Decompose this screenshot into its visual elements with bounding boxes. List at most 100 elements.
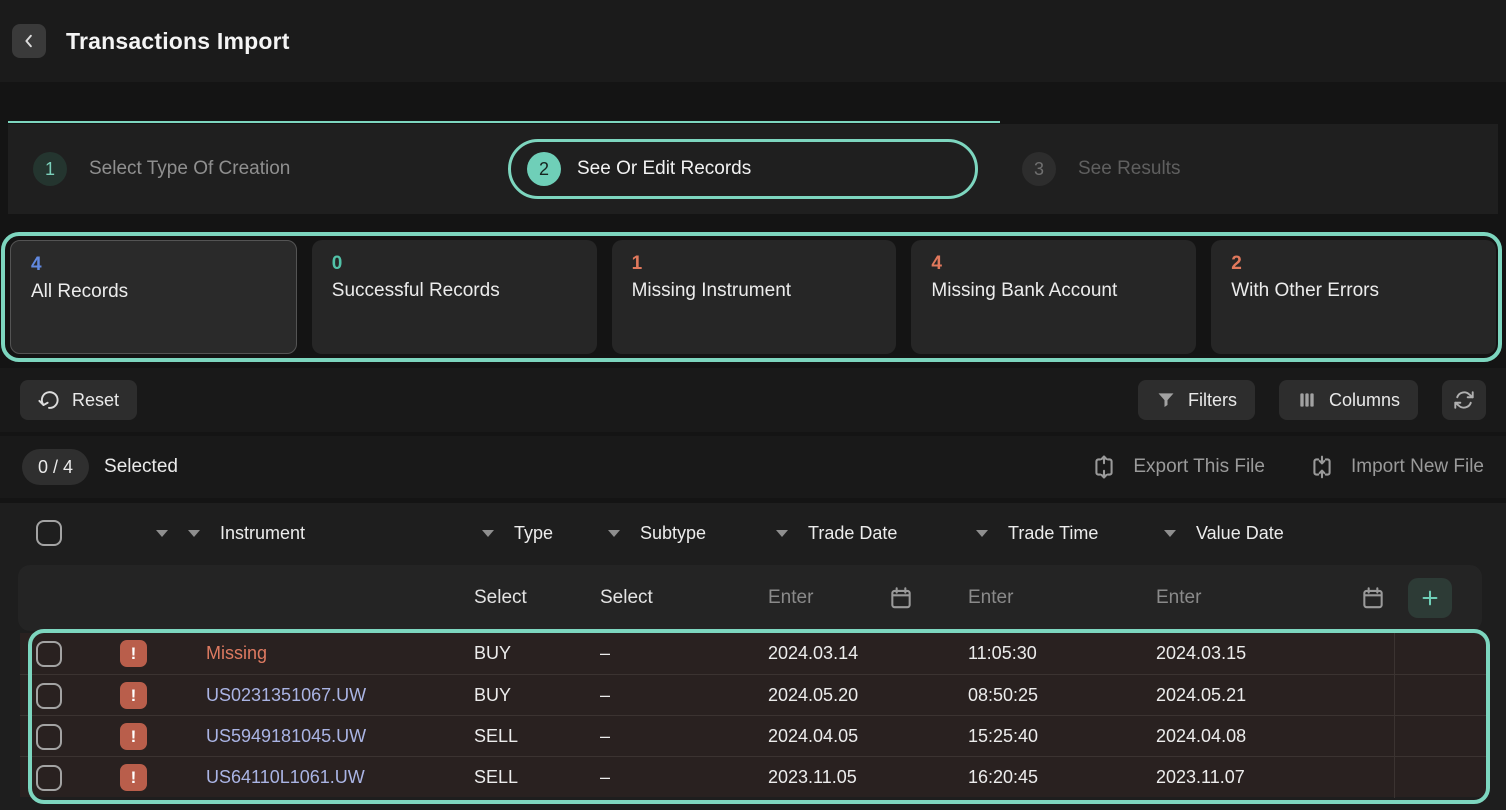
step-label: Select Type Of Creation [89,158,290,180]
cell-trade-time: 15:25:40 [966,726,1154,747]
table-header-row: Instrument Type Subtype Trade Date Trade… [20,503,1486,563]
cell-instrument[interactable]: US5949181045.UW [204,726,472,747]
page-title: Transactions Import [66,28,290,55]
card-missing-instrument[interactable]: 1 Missing Instrument [612,240,897,354]
cell-subtype: – [598,726,766,747]
row-checkbox[interactable] [36,765,62,791]
step-number-badge: 2 [527,152,561,186]
calendar-icon[interactable] [1360,585,1386,611]
row-checkbox[interactable] [36,724,62,750]
import-new-file-button[interactable]: Import New File [1309,454,1484,480]
filter-trade-time-input[interactable]: Enter [966,587,1154,609]
column-header-subtype[interactable]: Subtype [640,523,706,544]
filter-type-select[interactable]: Select [472,587,598,609]
cell-type: BUY [472,685,598,706]
cell-trade-date: 2023.11.05 [766,767,966,788]
cell-actions [1394,675,1486,716]
columns-button[interactable]: Columns [1279,380,1418,420]
column-header-instrument[interactable]: Instrument [220,523,305,544]
records-table: Instrument Type Subtype Trade Date Trade… [0,503,1506,810]
step-see-or-edit-records[interactable]: 2 See Or Edit Records [508,139,978,199]
column-menu-caret[interactable] [976,530,988,537]
column-menu-caret[interactable] [188,530,200,537]
cell-value-date: 2024.05.21 [1154,685,1394,706]
stepper-progress-line [8,121,1000,123]
column-menu-caret[interactable] [608,530,620,537]
column-menu-caret[interactable] [156,530,168,537]
cell-trade-date: 2024.05.20 [766,685,966,706]
cell-type: SELL [472,767,598,788]
stepper: 1 Select Type Of Creation 2 See Or Edit … [8,124,1498,214]
step-number-badge: 1 [33,152,67,186]
select-all-checkbox[interactable] [36,520,62,546]
column-header-type[interactable]: Type [514,523,553,544]
filters-button[interactable]: Filters [1138,380,1255,420]
export-icon [1091,454,1117,480]
filter-subtype-select[interactable]: Select [598,587,766,609]
selected-count-pill: 0 / 4 [22,449,89,485]
back-button[interactable] [12,24,46,58]
cell-actions [1394,716,1486,757]
summary-cards: 4 All Records 0 Successful Records 1 Mis… [10,240,1496,354]
column-menu-caret[interactable] [482,530,494,537]
cell-actions [1394,633,1486,674]
card-count: 0 [332,253,577,275]
columns-icon [1297,390,1317,410]
cell-trade-time: 08:50:25 [966,685,1154,706]
table-row[interactable]: ! Missing BUY – 2024.03.14 11:05:30 2024… [20,633,1486,674]
card-count: 2 [1231,253,1476,275]
table-toolbar: Reset Filters Columns [0,368,1506,432]
card-with-other-errors[interactable]: 2 With Other Errors [1211,240,1496,354]
cell-instrument[interactable]: US64110L1061.UW [204,767,472,788]
row-checkbox[interactable] [36,641,62,667]
refresh-button[interactable] [1442,380,1486,420]
card-all-records[interactable]: 4 All Records [10,240,297,354]
column-menu-caret[interactable] [1164,530,1176,537]
row-checkbox[interactable] [36,683,62,709]
cell-subtype: – [598,767,766,788]
selected-label: Selected [104,456,178,478]
toolbar-right: Filters Columns [1138,380,1486,420]
cell-trade-date: 2024.04.05 [766,726,966,747]
cell-value-date: 2023.11.07 [1154,767,1394,788]
column-header-trade-time[interactable]: Trade Time [1008,523,1098,544]
column-header-value-date[interactable]: Value Date [1196,523,1284,544]
table-row[interactable]: ! US5949181045.UW SELL – 2024.04.05 15:2… [20,715,1486,756]
card-successful-records[interactable]: 0 Successful Records [312,240,597,354]
table-row[interactable]: ! US64110L1061.UW SELL – 2023.11.05 16:2… [20,756,1486,797]
cell-instrument[interactable]: US0231351067.UW [204,685,472,706]
filter-value-date-input[interactable]: Enter [1156,587,1201,609]
card-missing-bank-account[interactable]: 4 Missing Bank Account [911,240,1196,354]
filter-funnel-icon [1156,390,1176,410]
import-label: Import New File [1351,456,1484,478]
export-this-file-button[interactable]: Export This File [1091,454,1265,480]
card-label: Missing Bank Account [931,280,1176,302]
cell-subtype: – [598,643,766,664]
cell-subtype: – [598,685,766,706]
step-select-type-of-creation[interactable]: 1 Select Type Of Creation [33,124,290,214]
import-icon [1309,454,1335,480]
step-see-results[interactable]: 3 See Results [1022,124,1180,214]
cell-instrument[interactable]: Missing [204,643,472,664]
column-header-trade-date[interactable]: Trade Date [808,523,897,544]
export-label: Export This File [1133,456,1265,478]
column-menu-caret[interactable] [776,530,788,537]
transactions-import-screen: Transactions Import 1 Select Type Of Cre… [0,0,1506,810]
filter-trade-date-input[interactable]: Enter [768,587,813,609]
error-badge-icon: ! [120,640,147,667]
card-label: Missing Instrument [632,280,877,302]
card-count: 4 [931,253,1176,275]
cell-value-date: 2024.04.08 [1154,726,1394,747]
card-label: All Records [31,281,276,303]
error-badge-icon: ! [120,764,147,791]
calendar-icon[interactable] [888,585,914,611]
selection-bar-right: Export This File Import New File [1091,454,1484,480]
step-label: See Results [1078,158,1180,180]
cell-type: SELL [472,726,598,747]
card-label: Successful Records [332,280,577,302]
top-header: Transactions Import [0,0,1506,82]
table-row[interactable]: ! US0231351067.UW BUY – 2024.05.20 08:50… [20,674,1486,715]
add-record-button[interactable] [1408,578,1452,618]
reset-button[interactable]: Reset [20,380,137,420]
cell-trade-time: 11:05:30 [966,643,1154,664]
